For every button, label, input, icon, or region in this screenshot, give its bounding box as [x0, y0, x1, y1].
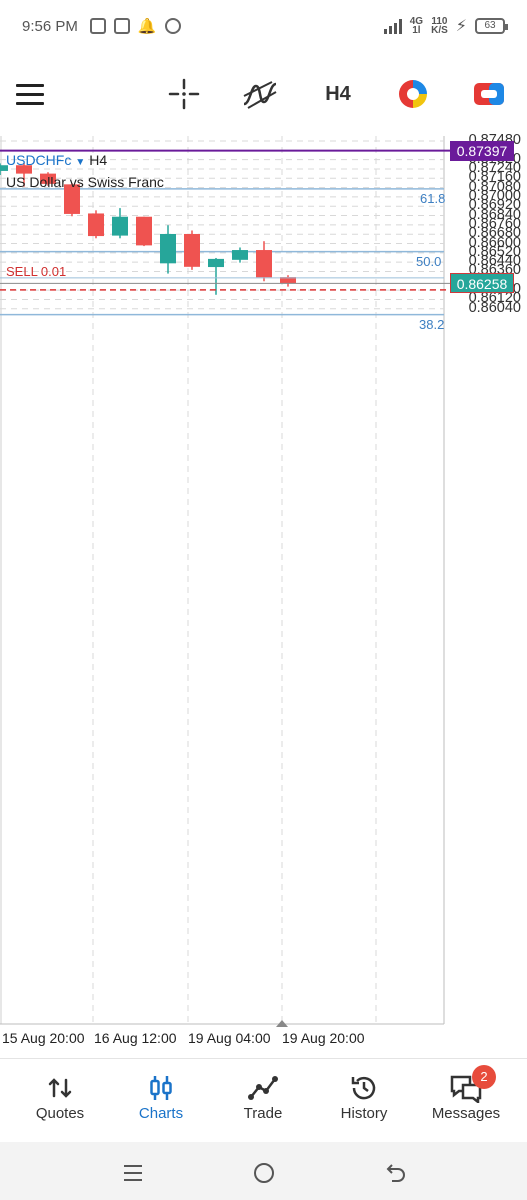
sell-order-label[interactable]: SELL 0.01 [6, 264, 66, 279]
price-axis-label: 0.86040 [468, 299, 521, 316]
battery-icon: 63 [475, 18, 508, 34]
candle-body [184, 233, 200, 267]
time-axis-label: 15 Aug 20:00 [2, 1030, 85, 1046]
youtube-notification-icon [89, 18, 106, 34]
symbol-description: US Dollar vs Swiss Franc [6, 174, 164, 190]
back-icon[interactable] [381, 1158, 411, 1188]
chart-toolbar: H4 [0, 60, 527, 128]
nav-label: Charts [138, 1105, 184, 1122]
history-icon [314, 1071, 414, 1105]
candle-body [136, 216, 152, 246]
nav-label: Quotes [35, 1105, 85, 1122]
symbol-header[interactable]: USDCHFc ▼ H4 [6, 152, 107, 168]
fib-level-label: 38.2 [419, 316, 445, 332]
trade-icon [213, 1071, 313, 1105]
nav-label: Messages [431, 1105, 501, 1122]
current-price-badge: 0.86258 [450, 273, 514, 294]
nav-label: History [340, 1105, 388, 1122]
nav-trade[interactable]: Trade [213, 1071, 313, 1122]
candle-body [112, 216, 128, 236]
messages-count-badge: 2 [472, 1065, 496, 1089]
upper-price-badge: 0.87397 [450, 140, 514, 161]
time-axis-label: 19 Aug 04:00 [188, 1030, 271, 1046]
candle-body [232, 250, 248, 260]
notification-icons: 🔔 [89, 17, 181, 35]
candle-body [256, 250, 272, 278]
messages-icon [416, 1071, 516, 1105]
charging-icon: ⚡ [455, 18, 467, 35]
candle-body [88, 213, 104, 237]
bell-icon: 🔔 [137, 18, 157, 35]
status-bar: 9:56 PM 🔔 4G 1l 110 K/S ⚡ 63 [0, 0, 527, 52]
candle-body [208, 258, 224, 268]
fib-level-label: 50.0 [416, 253, 442, 269]
signal-icon [383, 18, 402, 34]
speed-unit: K/S [431, 25, 448, 36]
network-type: 4G 1l [410, 17, 423, 36]
charts-icon [111, 1071, 211, 1105]
nav-quotes[interactable]: Quotes [10, 1071, 110, 1122]
menu-icon[interactable] [14, 74, 46, 114]
symbol-name[interactable]: USDCHFc [6, 152, 71, 168]
indicator-icon[interactable] [240, 74, 280, 114]
fib-level-label: 61.8 [420, 190, 446, 206]
chrome-icon [164, 18, 181, 34]
timeframe-button[interactable]: H4 [318, 74, 358, 114]
nav-label: Trade [243, 1105, 283, 1122]
nav-charts[interactable]: Charts [111, 1071, 211, 1122]
bottom-navigation: Quotes Charts Trade History Messages 2 [0, 1058, 527, 1142]
network-speed: 110 K/S [431, 17, 448, 36]
network-sub-label: 1l [412, 25, 421, 36]
trade-toggle-icon[interactable] [470, 74, 508, 114]
nav-messages[interactable]: Messages 2 [416, 1065, 516, 1122]
app-notification-icon [113, 18, 130, 34]
status-time: 9:56 PM [22, 17, 78, 35]
chart-type-icon[interactable] [394, 74, 432, 114]
quotes-icon [10, 1071, 110, 1105]
symbol-dropdown-icon[interactable]: ▼ [75, 157, 85, 168]
home-icon[interactable] [249, 1158, 279, 1188]
battery-level: 63 [484, 20, 496, 31]
app-root: 9:56 PM 🔔 4G 1l 110 K/S ⚡ 63 H4 USDCHFc … [0, 0, 527, 1200]
nav-history[interactable]: History [314, 1071, 414, 1122]
symbol-timeframe: H4 [89, 152, 108, 168]
system-navigation-bar [0, 1142, 527, 1200]
candle-body [160, 233, 176, 264]
chart-canvas[interactable] [0, 136, 527, 1058]
time-axis-label: 16 Aug 12:00 [94, 1030, 177, 1046]
crosshair-icon[interactable] [166, 74, 202, 114]
recent-apps-icon[interactable] [118, 1158, 148, 1188]
price-chart[interactable]: USDCHFc ▼ H4 US Dollar vs Swiss Franc 0.87… [0, 132, 527, 1058]
status-right: 4G 1l 110 K/S ⚡ 63 [383, 16, 508, 36]
time-axis-label: 19 Aug 20:00 [282, 1030, 365, 1046]
